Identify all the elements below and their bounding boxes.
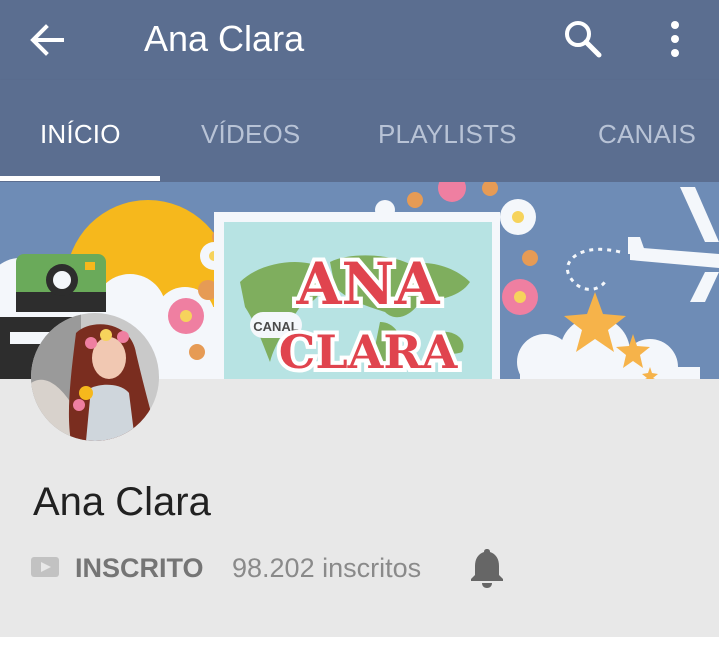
banner-logo-line2: CLARA bbox=[279, 325, 459, 379]
subscriber-count: 98.202 inscritos bbox=[232, 553, 422, 583]
tab-bar: INÍCIO VÍDEOS PLAYLISTS CANAIS bbox=[0, 80, 719, 182]
subscribe-button[interactable]: INSCRITO bbox=[75, 552, 204, 584]
avatar-image bbox=[31, 313, 159, 441]
banner-logo-line1: ANA bbox=[295, 250, 440, 318]
tab-playlists[interactable]: PLAYLISTS bbox=[378, 80, 517, 182]
search-icon[interactable] bbox=[560, 16, 606, 62]
tab-videos[interactable]: VÍDEOS bbox=[201, 80, 300, 182]
tab-inicio[interactable]: INÍCIO bbox=[40, 80, 121, 182]
channel-avatar[interactable] bbox=[31, 313, 159, 441]
arrow-left-icon[interactable] bbox=[26, 20, 66, 60]
more-vert-icon[interactable] bbox=[655, 16, 695, 62]
active-tab-indicator bbox=[0, 176, 160, 181]
tab-canais[interactable]: CANAIS bbox=[598, 80, 696, 182]
channel-name: Ana Clara bbox=[33, 480, 211, 524]
app-bar: Ana Clara bbox=[0, 0, 719, 80]
youtube-play-icon bbox=[31, 557, 59, 577]
page-title: Ana Clara bbox=[144, 18, 305, 59]
bell-icon[interactable] bbox=[469, 546, 505, 588]
bottom-strip bbox=[0, 637, 719, 648]
